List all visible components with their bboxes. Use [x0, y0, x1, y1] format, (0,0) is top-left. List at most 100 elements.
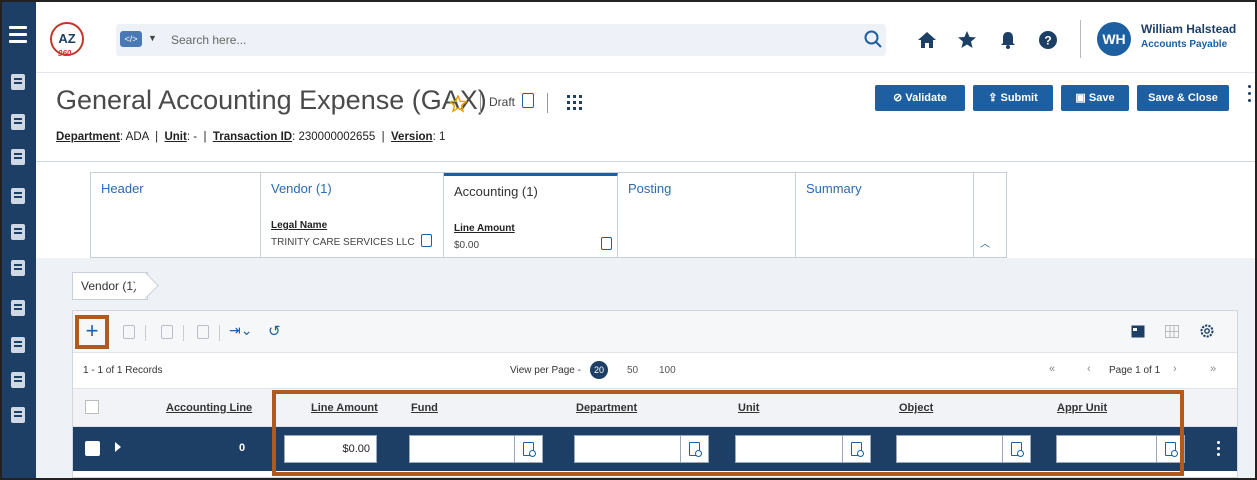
- chevron-up-icon[interactable]: ︿: [980, 235, 990, 250]
- department-label: Department: [56, 131, 120, 143]
- toolbar-divider: [145, 325, 146, 341]
- unit-input[interactable]: [735, 435, 843, 463]
- department-value: ADA: [125, 131, 149, 143]
- version-value: 1: [438, 131, 446, 143]
- transaction-meta: Department: ADA | Unit: - | Transaction …: [56, 131, 446, 143]
- left-nav-rail: [2, 2, 36, 478]
- line-amount-input[interactable]: $0.00: [284, 435, 377, 463]
- search-icon[interactable]: [864, 30, 882, 48]
- help-icon[interactable]: ?: [1038, 30, 1058, 50]
- tab-header[interactable]: Header: [91, 173, 261, 257]
- page-size-50[interactable]: 50: [627, 365, 638, 376]
- tab-label: Vendor (1): [271, 181, 332, 196]
- add-row-button[interactable]: +: [75, 315, 109, 349]
- rail-chart-icon[interactable]: [11, 407, 25, 423]
- home-icon[interactable]: [917, 30, 937, 50]
- unit-lookup-icon[interactable]: [843, 435, 871, 463]
- legal-name-value: TRINITY CARE SERVICES LLC: [271, 237, 415, 248]
- notes-icon[interactable]: [421, 234, 432, 247]
- rail-document-icon[interactable]: [11, 114, 25, 130]
- department-input[interactable]: [574, 435, 681, 463]
- breadcrumb[interactable]: Vendor (1): [72, 272, 148, 300]
- notes-icon[interactable]: [601, 237, 612, 250]
- favorites-star-icon[interactable]: [957, 30, 977, 50]
- rail-edit-icon[interactable]: [11, 337, 25, 353]
- save-button[interactable]: ▣ Save: [1061, 85, 1129, 111]
- more-options-icon[interactable]: [1248, 85, 1254, 106]
- rail-list-icon[interactable]: [11, 260, 25, 276]
- table-row[interactable]: 0 $0.00: [73, 427, 1237, 471]
- title-divider: [547, 93, 548, 113]
- rail-receipt-icon[interactable]: [11, 300, 25, 316]
- save-label: Save: [1088, 92, 1115, 104]
- object-input[interactable]: [896, 435, 1003, 463]
- column-header-department[interactable]: Department: [576, 402, 637, 414]
- transaction-id-label: Transaction ID: [212, 131, 293, 143]
- page-size-100[interactable]: 100: [659, 365, 676, 376]
- submit-button[interactable]: ⇪ Submit: [973, 85, 1053, 111]
- validate-button[interactable]: ⊘ Validate: [875, 85, 965, 111]
- column-header-unit[interactable]: Unit: [738, 402, 759, 414]
- table-header-row: Accounting Line Line Amount Fund Departm…: [73, 389, 1237, 427]
- appr-unit-input[interactable]: [1056, 435, 1157, 463]
- column-header-line-amount[interactable]: Line Amount: [311, 402, 378, 414]
- rail-money-icon[interactable]: [11, 224, 25, 240]
- export-icon[interactable]: ⇥⌄: [229, 322, 252, 339]
- title-divider: [480, 93, 481, 113]
- transaction-header: General Accounting Expense (GAX) Draft D…: [36, 72, 1255, 162]
- fund-input[interactable]: [409, 435, 515, 463]
- rail-notes-icon[interactable]: [11, 372, 25, 388]
- notifications-bell-icon[interactable]: [998, 30, 1018, 50]
- apps-grid-icon[interactable]: [567, 95, 583, 111]
- tab-summary[interactable]: Summary: [796, 173, 974, 257]
- row-more-options-icon[interactable]: [1217, 441, 1221, 459]
- tab-accounting[interactable]: Accounting (1) Line Amount $0.00: [444, 173, 618, 257]
- view-per-page-label: View per Page -: [510, 365, 581, 376]
- status-badge: Draft: [489, 95, 516, 109]
- page-size-20[interactable]: 20: [590, 361, 608, 379]
- previous-page-icon[interactable]: ‹: [1087, 363, 1091, 375]
- last-page-icon[interactable]: »: [1210, 363, 1216, 375]
- column-header-object[interactable]: Object: [899, 402, 933, 414]
- select-all-checkbox[interactable]: [85, 400, 99, 414]
- first-page-icon[interactable]: «: [1049, 363, 1055, 375]
- grid-view-icon[interactable]: [1165, 325, 1179, 338]
- tab-vendor[interactable]: Vendor (1) Legal Name TRINITY CARE SERVI…: [261, 173, 444, 257]
- search-input[interactable]: Search here...: [171, 33, 246, 47]
- object-lookup-icon[interactable]: [1003, 435, 1031, 463]
- column-header-accounting-line[interactable]: Accounting Line: [166, 402, 252, 414]
- expand-row-icon[interactable]: [115, 442, 121, 452]
- column-header-appr-unit[interactable]: Appr Unit: [1057, 402, 1107, 414]
- tab-label: Summary: [806, 181, 862, 196]
- copy-icon[interactable]: [161, 325, 173, 339]
- settings-gear-icon[interactable]: [1199, 323, 1215, 339]
- chevron-down-icon[interactable]: ▼: [148, 33, 157, 43]
- column-header-fund[interactable]: Fund: [411, 402, 438, 414]
- tab-posting[interactable]: Posting: [618, 173, 796, 257]
- user-name[interactable]: William Halstead: [1141, 22, 1236, 36]
- appr-unit-lookup-icon[interactable]: [1157, 435, 1185, 463]
- tab-label: Accounting (1): [454, 184, 538, 199]
- app-logo-sub: 360: [58, 49, 72, 58]
- unit-value: -: [193, 131, 198, 143]
- line-amount-label: Line Amount: [454, 223, 515, 234]
- search-scope-icon[interactable]: </>: [120, 31, 142, 47]
- user-avatar[interactable]: WH: [1097, 22, 1131, 56]
- favorite-star-icon[interactable]: [449, 95, 467, 113]
- row-checkbox[interactable]: [85, 441, 100, 456]
- hamburger-menu-icon[interactable]: [9, 26, 27, 47]
- department-lookup-icon[interactable]: [681, 435, 709, 463]
- card-view-icon[interactable]: [1131, 325, 1145, 338]
- status-notes-icon[interactable]: [522, 93, 534, 108]
- refresh-icon[interactable]: ↺: [268, 322, 281, 340]
- rail-report-icon[interactable]: [11, 149, 25, 165]
- rail-finance-icon[interactable]: [11, 74, 25, 90]
- delete-icon[interactable]: [123, 325, 135, 339]
- save-and-close-button[interactable]: Save & Close: [1137, 85, 1229, 111]
- rail-book-icon[interactable]: [11, 188, 25, 204]
- fund-lookup-icon[interactable]: [515, 435, 543, 463]
- next-page-icon[interactable]: ›: [1173, 363, 1177, 375]
- app-window: AZ 360 </> ▼ Search here... ? WH William…: [0, 0, 1257, 480]
- paste-icon[interactable]: [197, 325, 209, 339]
- global-search-bar[interactable]: </> ▼ Search here...: [116, 24, 886, 56]
